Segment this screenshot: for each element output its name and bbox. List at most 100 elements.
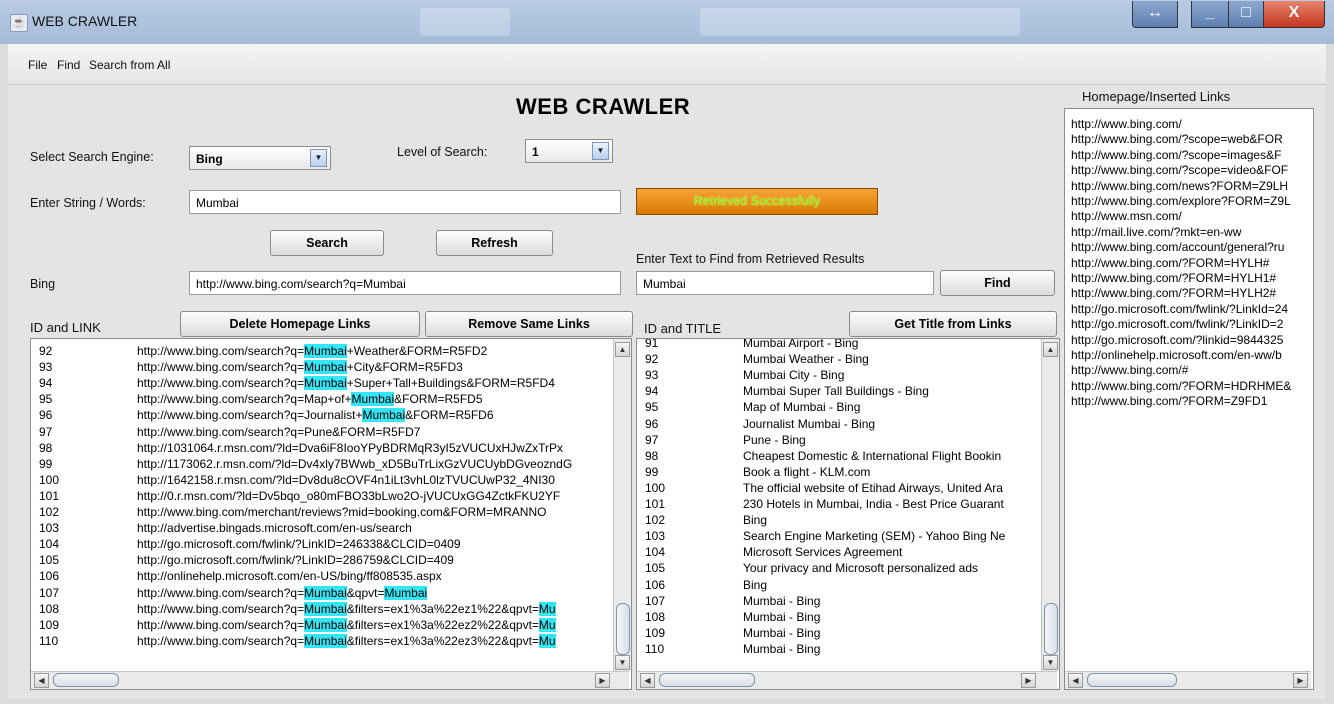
list-item[interactable]: http://www.bing.com/?FORM=HYLH2# xyxy=(1071,286,1276,300)
get-title-button[interactable]: Get Title from Links xyxy=(849,311,1057,337)
links-hscrollbar[interactable]: ◀ ▶ xyxy=(31,671,629,689)
table-row[interactable]: 104 http://go.microsoft.com/fwlink/?LinkI… xyxy=(31,536,611,552)
scroll-down-icon[interactable]: ▼ xyxy=(1043,655,1058,670)
list-item[interactable]: http://go.microsoft.com/fwlink/?LinkId=2… xyxy=(1071,302,1288,316)
list-item[interactable]: http://www.msn.com/ xyxy=(1071,209,1182,223)
table-row[interactable]: 109 http://www.bing.com/search?q=Mumbai&f… xyxy=(31,617,611,633)
table-row[interactable]: 107 http://www.bing.com/search?q=Mumbai&q… xyxy=(31,585,611,601)
table-row[interactable]: 100 The official website of Etihad Airway… xyxy=(637,480,1037,496)
table-row[interactable]: 101 http://0.r.msn.com/?ld=Dv5bqo_o80mFBO… xyxy=(31,488,611,504)
table-row[interactable]: 94 http://www.bing.com/search?q=Mumbai+Su… xyxy=(31,375,611,391)
titles-list[interactable]: 91 Mumbai Airport - Bing 92 Mumbai Weather … xyxy=(636,338,1060,690)
table-row[interactable]: 107 Mumbai - Bing xyxy=(637,593,1037,609)
table-row[interactable]: 94 Mumbai Super Tall Buildings - Bing xyxy=(637,383,1037,399)
menu-find[interactable]: Find xyxy=(57,58,80,72)
table-row[interactable]: 108 Mumbai - Bing xyxy=(637,609,1037,625)
table-row[interactable]: 96 Journalist Mumbai - Bing xyxy=(637,416,1037,432)
list-item[interactable]: http://www.bing.com/?FORM=HYLH1# xyxy=(1071,271,1276,285)
table-row[interactable]: 104 Microsoft Services Agreement xyxy=(637,544,1037,560)
minimize-button[interactable]: _ xyxy=(1191,1,1229,28)
scroll-left-icon[interactable]: ◀ xyxy=(640,673,655,688)
table-row[interactable]: 103 http://advertise.bingads.microsoft.co… xyxy=(31,520,611,536)
list-item[interactable]: http://mail.live.com/?mkt=en-ww xyxy=(1071,225,1241,239)
scroll-up-icon[interactable]: ▲ xyxy=(615,342,630,357)
homepage-links-list[interactable]: http://www.bing.com/http://www.bing.com/… xyxy=(1064,108,1314,690)
list-item[interactable]: http://www.bing.com/ xyxy=(1071,117,1182,131)
scroll-left-icon[interactable]: ◀ xyxy=(1068,673,1083,688)
table-row[interactable]: 106 http://onlinehelp.microsoft.com/en-US… xyxy=(31,568,611,584)
row-link: http://go.microsoft.com/fwlink/?LinkID=2… xyxy=(137,552,454,568)
delete-homepage-links-button[interactable]: Delete Homepage Links xyxy=(180,311,420,337)
remove-same-links-button[interactable]: Remove Same Links xyxy=(425,311,633,337)
engine-url-field[interactable]: http://www.bing.com/search?q=Mumbai xyxy=(189,271,621,295)
close-button[interactable]: X xyxy=(1263,1,1325,28)
engine-select[interactable]: Bing ▼ xyxy=(189,146,331,170)
menu-file[interactable]: File xyxy=(28,58,47,72)
list-item[interactable]: http://go.microsoft.com/?linkid=9844325 xyxy=(1071,333,1283,347)
table-row[interactable]: 109 Mumbai - Bing xyxy=(637,625,1037,641)
titles-hscrollbar[interactable]: ◀ ▶ xyxy=(637,671,1057,689)
table-row[interactable]: 108 http://www.bing.com/search?q=Mumbai&f… xyxy=(31,601,611,617)
table-row[interactable]: 98 Cheapest Domestic & International Flig… xyxy=(637,448,1037,464)
restore-button[interactable]: ↔ xyxy=(1132,1,1178,28)
menu-search-from-all[interactable]: Search from All xyxy=(89,58,170,72)
list-item[interactable]: http://www.bing.com/?scope=video&FOF xyxy=(1071,163,1288,177)
refresh-button[interactable]: Refresh xyxy=(436,230,553,256)
table-row[interactable]: 110 http://www.bing.com/search?q=Mumbai&f… xyxy=(31,633,611,649)
titles-vscroll-thumb[interactable] xyxy=(1044,603,1058,655)
table-row[interactable]: 93 Mumbai City - Bing xyxy=(637,367,1037,383)
table-row[interactable]: 106 Bing xyxy=(637,577,1037,593)
table-row[interactable]: 95 http://www.bing.com/search?q=Map+of+Mu… xyxy=(31,391,611,407)
table-row[interactable]: 91 Mumbai Airport - Bing xyxy=(637,339,1037,351)
table-row[interactable]: 101 230 Hotels in Mumbai, India - Best Pr… xyxy=(637,496,1037,512)
table-row[interactable]: 96 http://www.bing.com/search?q=Journalis… xyxy=(31,407,611,423)
links-vscroll-thumb[interactable] xyxy=(616,603,630,655)
table-row[interactable]: 92 http://www.bing.com/search?q=Mumbai+We… xyxy=(31,343,611,359)
list-item[interactable]: http://go.microsoft.com/fwlink/?LinkID=2 xyxy=(1071,317,1283,331)
titles-hscroll-thumb[interactable] xyxy=(659,673,755,687)
list-item[interactable]: http://www.bing.com/account/general?ru xyxy=(1071,240,1284,254)
table-row[interactable]: 105 Your privacy and Microsoft personaliz… xyxy=(637,560,1037,576)
table-row[interactable]: 98 http://1031064.r.msn.com/?ld=Dva6iF8Io… xyxy=(31,440,611,456)
list-item[interactable]: http://onlinehelp.microsoft.com/en-ww/b xyxy=(1071,348,1282,362)
titles-vscrollbar[interactable]: ▲ ▼ xyxy=(1041,339,1059,671)
scroll-right-icon[interactable]: ▶ xyxy=(1021,673,1036,688)
maximize-button[interactable]: □ xyxy=(1228,1,1264,28)
scroll-left-icon[interactable]: ◀ xyxy=(34,673,49,688)
table-row[interactable]: 99 Book a flight - KLM.com xyxy=(637,464,1037,480)
find-button[interactable]: Find xyxy=(940,270,1055,296)
table-row[interactable]: 103 Search Engine Marketing (SEM) - Yahoo… xyxy=(637,528,1037,544)
scroll-right-icon[interactable]: ▶ xyxy=(1293,673,1308,688)
homepage-hscroll-thumb[interactable] xyxy=(1087,673,1177,687)
list-item[interactable]: http://www.bing.com/?FORM=HYLH# xyxy=(1071,256,1269,270)
list-item[interactable]: http://www.bing.com/news?FORM=Z9LH xyxy=(1071,179,1288,193)
table-row[interactable]: 110 Mumbai - Bing xyxy=(637,641,1037,657)
links-list[interactable]: 92 http://www.bing.com/search?q=Mumbai+We… xyxy=(30,338,632,690)
table-row[interactable]: 105 http://go.microsoft.com/fwlink/?LinkI… xyxy=(31,552,611,568)
table-row[interactable]: 97 Pune - Bing xyxy=(637,432,1037,448)
table-row[interactable]: 100 http://1642158.r.msn.com/?ld=Dv8du8cO… xyxy=(31,472,611,488)
table-row[interactable]: 102 http://www.bing.com/merchant/reviews?… xyxy=(31,504,611,520)
links-hscroll-thumb[interactable] xyxy=(53,673,119,687)
table-row[interactable]: 95 Map of Mumbai - Bing xyxy=(637,399,1037,415)
homepage-hscrollbar[interactable]: ◀ ▶ xyxy=(1065,671,1311,689)
scroll-right-icon[interactable]: ▶ xyxy=(595,673,610,688)
list-item[interactable]: http://www.bing.com/?FORM=HDRHME& xyxy=(1071,379,1291,393)
table-row[interactable]: 102 Bing xyxy=(637,512,1037,528)
links-vscrollbar[interactable]: ▲ ▼ xyxy=(613,339,631,671)
table-row[interactable]: 97 http://www.bing.com/search?q=Pune&FORM… xyxy=(31,424,611,440)
scroll-up-icon[interactable]: ▲ xyxy=(1043,342,1058,357)
table-row[interactable]: 93 http://www.bing.com/search?q=Mumbai+Ci… xyxy=(31,359,611,375)
scroll-down-icon[interactable]: ▼ xyxy=(615,655,630,670)
find-input[interactable]: Mumbai xyxy=(636,271,934,295)
level-select[interactable]: 1 ▼ xyxy=(525,139,613,163)
list-item[interactable]: http://www.bing.com/explore?FORM=Z9L xyxy=(1071,194,1291,208)
list-item[interactable]: http://www.bing.com/?FORM=Z9FD1 xyxy=(1071,394,1267,408)
table-row[interactable]: 92 Mumbai Weather - Bing xyxy=(637,351,1037,367)
search-button[interactable]: Search xyxy=(270,230,384,256)
list-item[interactable]: http://www.bing.com/# xyxy=(1071,363,1188,377)
query-input[interactable]: Mumbai xyxy=(189,190,621,214)
table-row[interactable]: 99 http://1173062.r.msn.com/?ld=Dv4xly7BW… xyxy=(31,456,611,472)
list-item[interactable]: http://www.bing.com/?scope=web&FOR xyxy=(1071,132,1283,146)
list-item[interactable]: http://www.bing.com/?scope=images&F xyxy=(1071,148,1281,162)
